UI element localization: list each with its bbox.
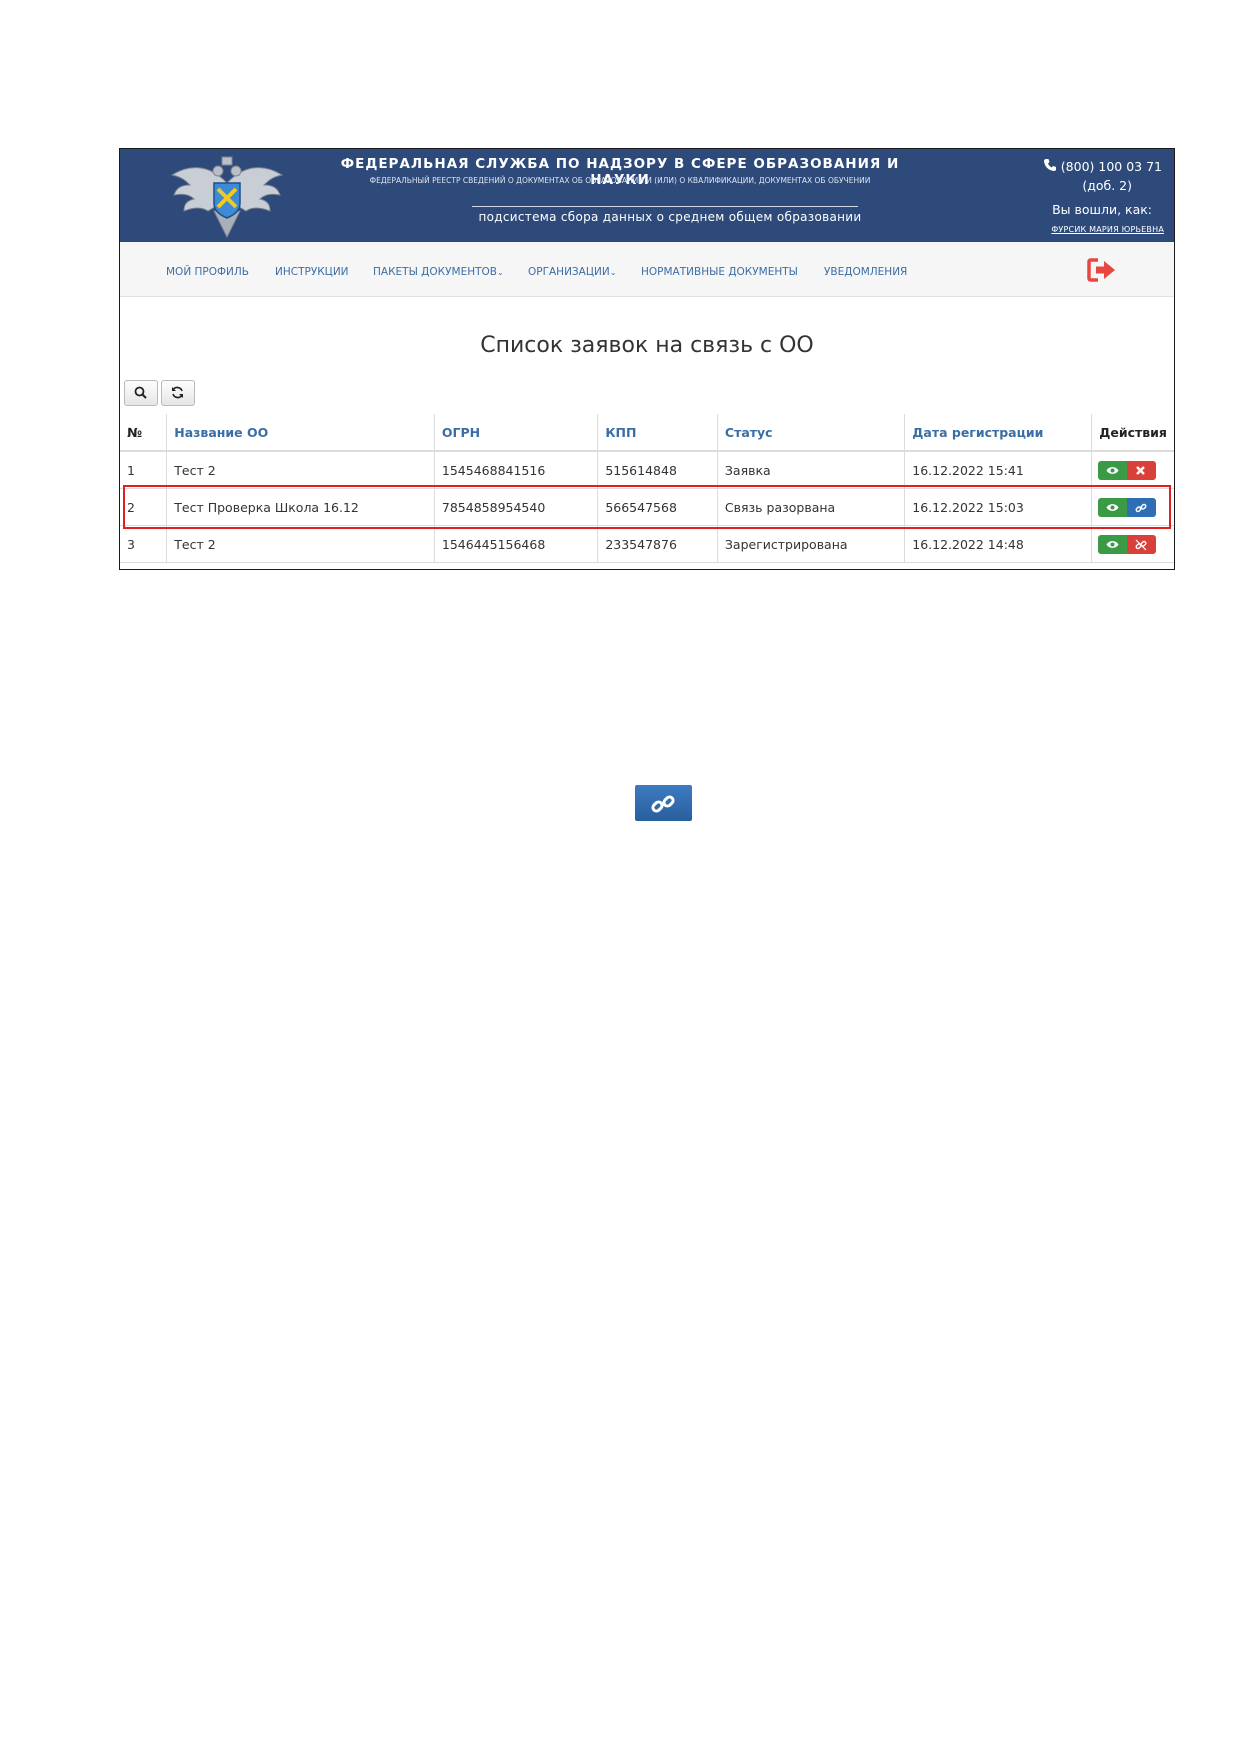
table-row: 1 Тест 2 1545468841516 515614848 Заявка … [120,451,1174,489]
refresh-button[interactable] [161,380,195,406]
nav-my-profile[interactable]: МОЙ ПРОФИЛЬ [166,266,249,278]
ogrn-cell: 1546445156468 [434,525,599,563]
eye-icon [1106,503,1119,511]
ogrn-cell: 7854858954540 [434,488,599,526]
table-row: 3 Тест 2 1546445156468 233547876 Зарегис… [120,525,1174,563]
row-number: 3 [120,525,168,563]
date-cell: 16.12.2022 15:03 [904,488,1093,526]
status-cell: Связь разорвана [717,488,906,526]
ogrn-cell: 1545468841516 [434,451,599,489]
emblem-logo [170,156,284,238]
search-button[interactable] [124,380,158,406]
row-number: 2 [120,488,168,526]
link-button-large[interactable] [635,785,692,821]
link-button[interactable] [1127,497,1157,517]
unlink-button[interactable] [1127,534,1157,554]
eye-icon [1106,540,1119,548]
column-number: № [120,414,168,452]
column-registration-date[interactable]: Дата регистрации [904,414,1093,452]
view-button[interactable] [1098,497,1128,517]
phone-number: (800) 100 03 71 [1060,159,1162,174]
date-cell: 16.12.2022 15:41 [904,451,1093,489]
phone-extension: (доб. 2) [1082,178,1132,193]
table-row: 2 Тест Проверка Школа 16.12 785485895454… [120,488,1174,526]
registry-subtitle: ФЕДЕРАЛЬНЫЙ РЕЕСТР СВЕДЕНИЙ О ДОКУМЕНТАХ… [369,176,871,185]
column-kpp[interactable]: КПП [597,414,718,452]
date-cell: 16.12.2022 14:48 [904,525,1093,563]
link-icon [1135,503,1147,512]
nav-document-packages[interactable]: ПАКЕТЫ ДОКУМЕНТОВ⌄ [373,266,504,278]
chevron-down-icon: ⌄ [609,268,617,277]
nav-organizations[interactable]: ОРГАНИЗАЦИИ⌄ [528,266,616,278]
view-button[interactable] [1098,460,1128,480]
phone-icon [1043,159,1056,171]
main-nav: МОЙ ПРОФИЛЬ ИНСТРУКЦИИ ПАКЕТЫ ДОКУМЕНТОВ… [120,242,1174,297]
nav-document-packages-label: ПАКЕТЫ ДОКУМЕНТОВ [373,266,497,278]
unlink-icon [1135,539,1147,550]
kpp-cell: 233547876 [597,525,718,563]
row-number: 1 [120,451,168,489]
kpp-cell: 566547568 [597,488,718,526]
status-cell: Зарегистрирована [717,525,906,563]
logged-in-label: Вы вошли, как: [1052,202,1152,217]
nav-instructions[interactable]: ИНСТРУКЦИИ [275,266,349,278]
org-name-cell: Тест 2 [166,525,435,563]
actions-cell [1091,488,1174,526]
search-icon [134,386,147,399]
actions-cell [1091,451,1174,489]
times-icon [1136,465,1146,475]
user-name-link[interactable]: ФУРСИК МАРИЯ ЮРЬЕВНА [1051,225,1164,234]
nav-notifications[interactable]: УВЕДОМЛЕНИЯ [824,266,907,278]
column-actions: Действия [1091,414,1174,452]
page-title: Список заявок на связь с ОО [480,333,814,358]
site-header: ФЕДЕРАЛЬНАЯ СЛУЖБА ПО НАДЗОРУ В СФЕРЕ ОБ… [120,149,1174,242]
column-ogrn[interactable]: ОГРН [434,414,599,452]
kpp-cell: 515614848 [597,451,718,489]
requests-table: № Название ОО ОГРН КПП Статус Дата регис… [120,414,1174,563]
link-icon [651,795,675,813]
nav-normative-documents[interactable]: НОРМАТИВНЫЕ ДОКУМЕНТЫ [641,266,798,278]
header-divider [472,206,858,207]
org-name-cell: Тест 2 [166,451,435,489]
sign-out-icon[interactable] [1087,257,1117,283]
column-status[interactable]: Статус [717,414,906,452]
column-org-name[interactable]: Название ОО [166,414,435,452]
delete-button[interactable] [1127,460,1157,480]
support-phone: (800) 100 03 71 [1043,158,1162,174]
view-button[interactable] [1098,534,1128,554]
chevron-down-icon: ⌄ [496,268,504,277]
eye-icon [1106,466,1119,474]
actions-cell [1091,525,1174,563]
status-cell: Заявка [717,451,906,489]
subsystem-title: подсистема сбора данных о среднем общем … [478,210,862,224]
table-header-row: № Название ОО ОГРН КПП Статус Дата регис… [120,414,1174,452]
app-screenshot: ФЕДЕРАЛЬНАЯ СЛУЖБА ПО НАДЗОРУ В СФЕРЕ ОБ… [119,148,1175,570]
refresh-icon [172,386,183,399]
org-name-cell: Тест Проверка Школа 16.12 [166,488,435,526]
nav-organizations-label: ОРГАНИЗАЦИИ [528,266,610,278]
